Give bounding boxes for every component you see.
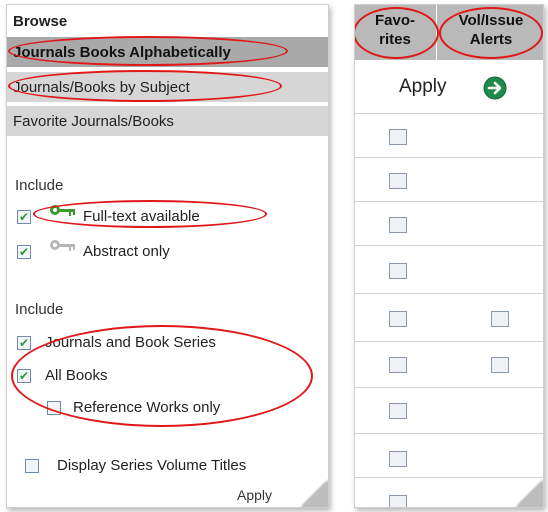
apply-row: Apply (355, 67, 543, 107)
full-text-label: Full-text available (83, 208, 200, 225)
favorite-checkbox[interactable] (389, 173, 407, 189)
row-divider (355, 477, 543, 478)
favorite-checkbox[interactable] (389, 403, 407, 419)
favorite-checkbox[interactable] (389, 217, 407, 233)
include-types-label: Include (15, 301, 64, 318)
display-series-checkbox[interactable] (25, 459, 39, 473)
arrow-right-icon[interactable] (483, 76, 507, 100)
favorites-header-line1: Favo- (374, 12, 415, 29)
nav-journals-books-alphabetically[interactable]: Journals Books Alphabetically (7, 37, 328, 68)
journals-book-series-checkbox[interactable] (17, 336, 31, 350)
abstract-only-label: Abstract only (83, 243, 170, 260)
nav-favorite-journals-books[interactable]: Favorite Journals/Books (7, 106, 328, 137)
vol-issue-alerts-column-header[interactable]: Vol/Issue Alerts (439, 11, 543, 49)
row-divider (355, 433, 543, 434)
display-series-label: Display Series Volume Titles (57, 457, 247, 474)
full-text-checkbox[interactable] (17, 210, 31, 224)
vol-header-line1: Vol/Issue (458, 12, 524, 29)
alerts-panel: Favo- rites Vol/Issue Alerts Apply (354, 4, 544, 508)
column-header: Favo- rites Vol/Issue Alerts (355, 5, 543, 60)
journals-book-series-label: Journals and Book Series (45, 334, 216, 351)
reference-works-checkbox[interactable] (47, 401, 61, 415)
favorite-checkbox[interactable] (389, 263, 407, 279)
favorite-checkbox[interactable] (389, 357, 407, 373)
browse-panel: Browse Journals Books Alphabetically Jou… (6, 4, 329, 508)
favorite-checkbox[interactable] (389, 129, 407, 145)
page-curl-shadow (302, 481, 328, 507)
row-divider (355, 293, 543, 294)
apply-button-right[interactable]: Apply (399, 76, 447, 98)
row-divider (355, 245, 543, 246)
favorite-checkbox[interactable] (389, 451, 407, 467)
row-divider (355, 387, 543, 388)
abstract-only-checkbox[interactable] (17, 245, 31, 259)
vol-issue-alert-checkbox[interactable] (491, 311, 509, 327)
row-divider (355, 157, 543, 158)
page-curl-shadow (517, 481, 543, 507)
browse-title: Browse (13, 13, 68, 30)
nav-journals-books-by-subject[interactable]: Journals/Books by Subject (7, 72, 328, 103)
all-books-checkbox[interactable] (17, 369, 31, 383)
header-divider (436, 5, 437, 60)
include-access-label: Include (15, 177, 64, 194)
all-books-label: All Books (45, 367, 108, 384)
key-icon-green (50, 205, 75, 216)
row-divider (355, 341, 543, 342)
favorite-checkbox[interactable] (389, 311, 407, 327)
favorite-checkbox[interactable] (389, 495, 407, 507)
apply-button-left[interactable]: Apply (237, 487, 272, 503)
reference-works-label: Reference Works only (73, 399, 221, 416)
vol-issue-alert-checkbox[interactable] (491, 357, 509, 373)
vol-header-line2: Alerts (469, 31, 513, 48)
key-icon-gray (50, 240, 75, 251)
favorites-column-header[interactable]: Favo- rites (355, 11, 435, 49)
row-divider (355, 201, 543, 202)
row-divider (355, 113, 543, 114)
favorites-header-line2: rites (379, 31, 411, 48)
